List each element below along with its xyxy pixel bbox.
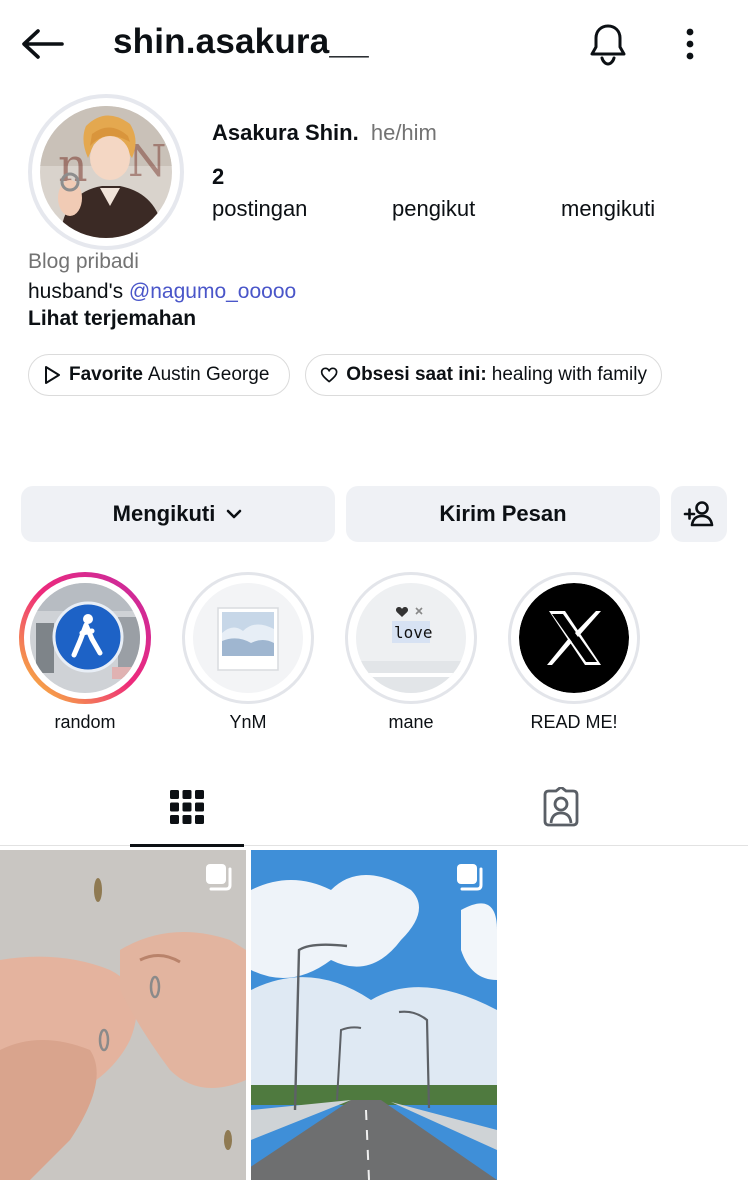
chip-obsession-bold: Obsesi saat ini: bbox=[346, 364, 487, 385]
highlight-inner-text: love bbox=[394, 623, 433, 642]
highlight-label: READ ME! bbox=[530, 712, 618, 732]
multiple-posts-icon bbox=[457, 864, 483, 891]
back-button[interactable] bbox=[18, 22, 66, 66]
highlight-cover-mane: love bbox=[356, 583, 466, 693]
highlight-label: YnM bbox=[229, 712, 267, 732]
highlight-read-me[interactable]: READ ME! bbox=[507, 572, 641, 733]
highlight-ring: love bbox=[345, 572, 477, 704]
tagged-user-icon bbox=[543, 787, 579, 827]
chip-favorite-bold: Favorite bbox=[69, 364, 143, 385]
bio-text: husband's bbox=[28, 280, 129, 303]
see-translation-link[interactable]: Lihat terjemahan bbox=[28, 307, 196, 331]
stat-following-label: mengikuti bbox=[561, 196, 656, 221]
send-message-button[interactable]: Kirim Pesan bbox=[346, 486, 660, 542]
profile-stats: 2 postingan pengikut mengikuti bbox=[212, 164, 712, 228]
highlight-label: mane bbox=[388, 712, 434, 732]
highlight-ring bbox=[508, 572, 640, 704]
profile-username: shin.asakura__ bbox=[113, 22, 369, 61]
post-thumbnail-hands[interactable] bbox=[0, 850, 246, 1180]
full-name: Asakura Shin. bbox=[212, 120, 359, 145]
chip-favorite[interactable]: Favorite Austin George bbox=[28, 354, 290, 396]
stat-following-count bbox=[561, 164, 655, 192]
profile-avatar[interactable]: n N bbox=[28, 94, 184, 250]
more-vertical-icon bbox=[686, 28, 694, 60]
multiple-posts-icon bbox=[206, 864, 232, 891]
highlight-cover-random bbox=[30, 583, 140, 693]
chevron-down-icon bbox=[227, 509, 242, 519]
stat-posts[interactable]: 2 postingan bbox=[212, 164, 307, 222]
grid-icon bbox=[170, 790, 204, 824]
bell-icon bbox=[590, 24, 626, 66]
stat-followers-count bbox=[392, 164, 475, 192]
chip-obsession[interactable]: Obsesi saat ini: healing with family bbox=[305, 354, 662, 396]
stat-followers[interactable]: pengikut bbox=[392, 164, 475, 222]
highlight-ring bbox=[182, 572, 314, 704]
stat-posts-count: 2 bbox=[212, 164, 225, 189]
tab-posts[interactable] bbox=[130, 768, 244, 847]
play-icon bbox=[45, 366, 60, 384]
profile-bio: husband's @nagumo_ooooo bbox=[28, 280, 296, 304]
highlight-ring bbox=[19, 572, 151, 704]
heart-icon bbox=[320, 367, 338, 383]
following-button-label: Mengikuti bbox=[112, 501, 216, 526]
bio-mention-link[interactable]: @nagumo_ooooo bbox=[129, 280, 296, 303]
stat-posts-label: postingan bbox=[212, 196, 308, 221]
pronouns: he/him bbox=[370, 120, 437, 145]
highlight-random[interactable]: random bbox=[18, 572, 152, 733]
stat-followers-label: pengikut bbox=[392, 196, 476, 221]
x-logo-icon bbox=[519, 583, 629, 693]
send-message-button-label: Kirim Pesan bbox=[439, 501, 567, 526]
chip-obsession-text: healing with family bbox=[491, 364, 647, 385]
following-button[interactable]: Mengikuti bbox=[21, 486, 335, 542]
profile-tabs bbox=[0, 768, 748, 847]
top-bar: shin.asakura__ bbox=[0, 0, 748, 88]
post-thumbnail-sky-road[interactable] bbox=[251, 850, 497, 1180]
avatar-image: n N bbox=[40, 106, 172, 238]
tab-tagged[interactable] bbox=[504, 768, 618, 846]
add-person-icon bbox=[683, 501, 714, 527]
highlight-ynm[interactable]: YnM bbox=[181, 572, 315, 733]
posts-grid bbox=[0, 850, 748, 1180]
highlight-cover-read-me bbox=[519, 583, 629, 693]
highlight-cover-ynm bbox=[193, 583, 303, 693]
notifications-button[interactable] bbox=[584, 20, 632, 68]
highlight-mane[interactable]: love mane bbox=[344, 572, 478, 733]
more-options-button[interactable] bbox=[668, 20, 712, 68]
add-person-button[interactable] bbox=[671, 486, 727, 542]
chip-favorite-text: Austin George bbox=[147, 364, 270, 385]
arrow-left-icon bbox=[22, 29, 64, 59]
highlight-label: random bbox=[54, 712, 116, 732]
profile-name-line: Asakura Shin. he/him bbox=[212, 120, 437, 146]
stat-following[interactable]: mengikuti bbox=[561, 164, 655, 222]
profile-category: Blog pribadi bbox=[28, 250, 139, 273]
